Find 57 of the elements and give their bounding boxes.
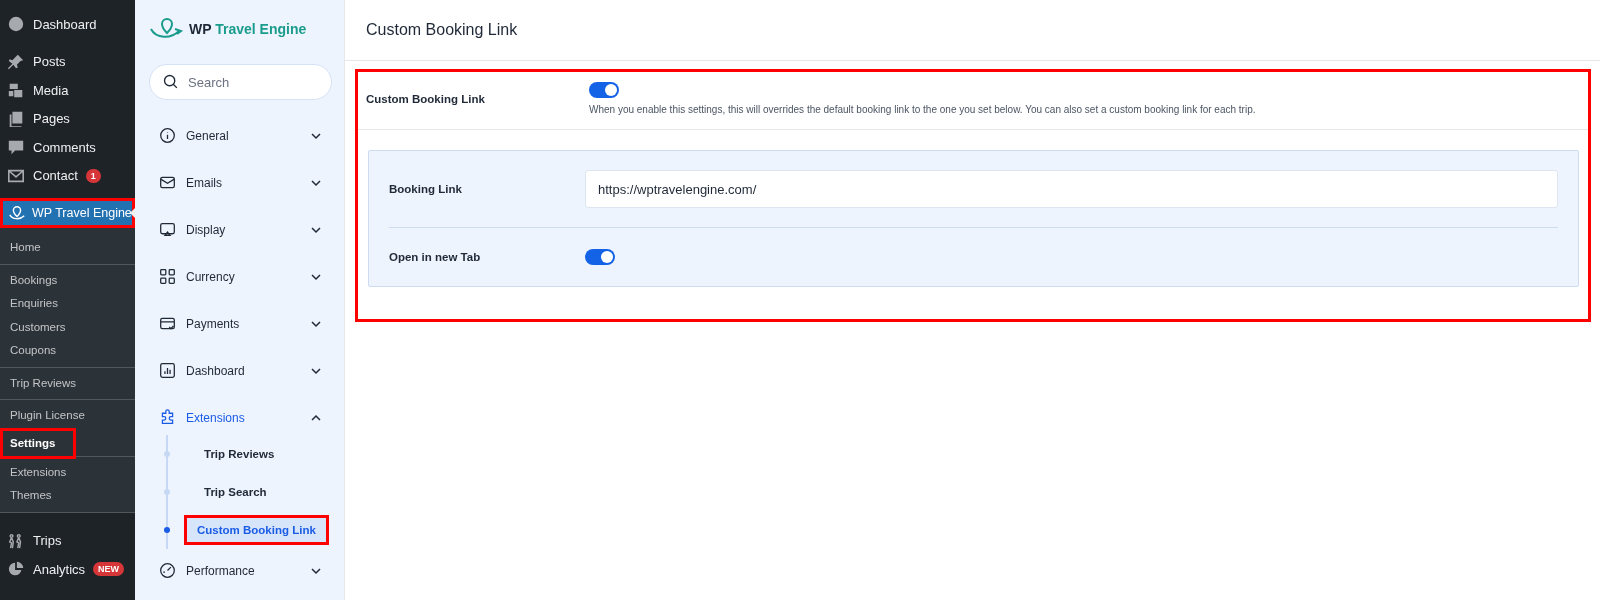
setting-label: Custom Booking Link [365,91,486,107]
gauge-icon [159,562,176,579]
setting-label: Booking Link [389,183,463,195]
submenu-item[interactable]: Bookings [0,268,68,292]
pin-icon [7,52,25,71]
admin-menu-item[interactable]: Contact 1 [0,161,135,190]
submenu-item[interactable]: Plugin License [0,404,95,428]
pages-icon [7,109,25,128]
settings-nav-item[interactable]: Display [149,206,332,253]
settings-nav-item[interactable]: Extensions [149,394,332,441]
settings-nav-item[interactable]: Emails [149,159,332,206]
envelope-icon [159,174,176,191]
settings-nav-item[interactable]: Dashboard [149,347,332,394]
admin-menu-item[interactable]: Pages [0,104,135,133]
submenu-item[interactable]: Trip Reviews [0,371,87,395]
brand-name: WP Travel Engine [189,21,307,37]
location-pin-icon [8,204,26,222]
new-badge: NEW [93,562,125,577]
step-dot [164,527,170,533]
admin-menu-item[interactable]: Media [0,76,135,105]
admin-menu-item[interactable]: Trips [0,526,135,555]
toggle-switch[interactable] [585,249,615,265]
submenu-item[interactable]: Customers [0,315,76,339]
admin-menu-item[interactable]: Posts [0,47,135,76]
puzzle-icon [159,409,176,426]
settings-nav-item[interactable]: Performance [149,547,332,594]
media-icon [7,81,25,100]
settings-subnav-item[interactable]: Custom Booking Link [184,515,329,545]
logo-icon [149,17,185,41]
submenu-item[interactable]: Coupons [0,339,67,363]
monitor-icon [159,221,176,238]
admin-menu-item[interactable]: Analytics NEW [0,555,135,584]
settings-nav-item[interactable]: Payments [149,300,332,347]
info-icon [159,127,176,144]
count-badge: 1 [85,168,101,183]
chart-icon [159,362,176,379]
submenu-item[interactable]: Extensions [0,460,77,484]
search-icon [162,73,179,90]
settings-subnav-item[interactable]: Trip Search [194,480,277,504]
page-title: Custom Booking Link [345,0,1600,61]
card-icon [159,315,176,332]
admin-menu-item[interactable]: Dashboard [0,10,135,39]
admin-menu-item[interactable]: Comments [0,133,135,162]
submenu-item[interactable]: Home [0,236,60,260]
settings-nav-item[interactable]: Currency [149,253,332,300]
url-input-field[interactable]: https://wptravelengine.com/ [585,170,1558,208]
setting-description: When you enable this settings, this will overrides the default booking link to the one you set below. You can also set a custom booking link for each trip. [589,104,1256,115]
submenu-item[interactable]: Enquiries [0,292,68,316]
grid-icon [159,268,176,285]
setting-label: Open in new Tab [389,251,482,263]
submenu-item[interactable]: Settings [0,427,76,459]
admin-menu-item[interactable]: WP Travel Engine [0,198,135,228]
settings-subnav-item[interactable]: Trip Reviews [194,442,285,466]
search-field[interactable]: Search [149,64,332,100]
submenu-item[interactable]: Themes [0,484,62,508]
settings-nav-item[interactable]: General [149,112,332,159]
toggle-switch[interactable] [589,82,619,98]
